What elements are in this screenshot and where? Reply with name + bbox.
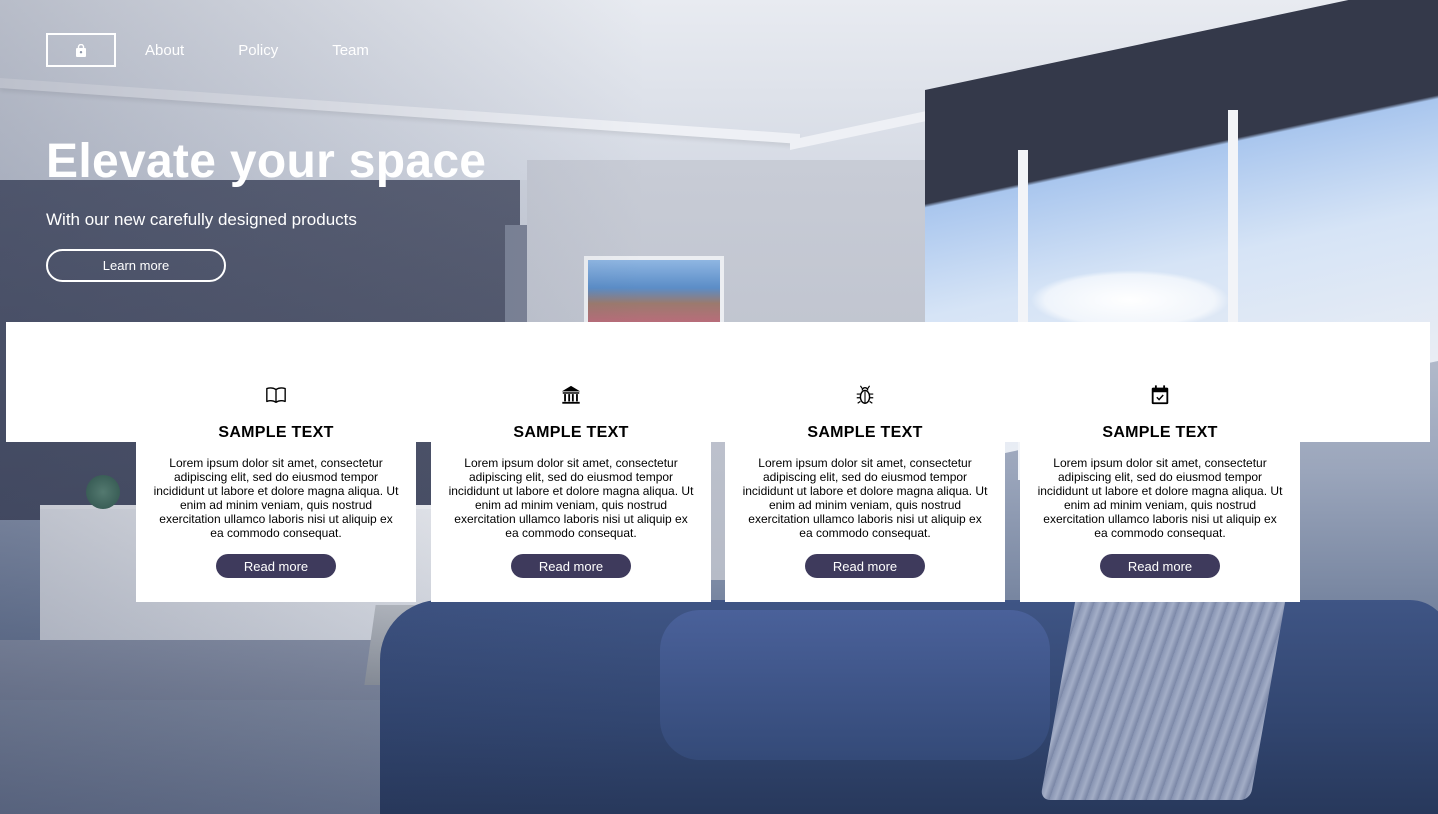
feature-card-2: SAMPLE TEXT Lorem ipsum dolor sit amet, …	[431, 384, 711, 578]
feature-card-4: SAMPLE TEXT Lorem ipsum dolor sit amet, …	[1020, 384, 1300, 578]
feature-card-3: SAMPLE TEXT Lorem ipsum dolor sit amet, …	[725, 384, 1005, 578]
read-more-button[interactable]: Read more	[1100, 554, 1220, 578]
feature-text: Lorem ipsum dolor sit amet, consectetur …	[448, 456, 694, 540]
hero-title: Elevate your space	[46, 135, 487, 188]
read-more-button[interactable]: Read more	[216, 554, 336, 578]
feature-text: Lorem ipsum dolor sit amet, consectetur …	[1037, 456, 1283, 540]
hero-subtitle: With our new carefully designed products	[46, 210, 357, 229]
read-more-button[interactable]: Read more	[805, 554, 925, 578]
bank-icon	[561, 385, 581, 404]
lock-icon	[76, 43, 86, 57]
bug-icon	[856, 385, 874, 404]
feature-title: SAMPLE TEXT	[1102, 424, 1218, 441]
feature-text: Lorem ipsum dolor sit amet, consectetur …	[742, 456, 988, 540]
calendar-check-icon	[1151, 385, 1169, 405]
feature-text: Lorem ipsum dolor sit amet, consectetur …	[153, 456, 399, 540]
nav-link-team[interactable]: Team	[332, 42, 369, 59]
logo-button[interactable]	[46, 33, 116, 67]
feature-card-1: SAMPLE TEXT Lorem ipsum dolor sit amet, …	[136, 384, 416, 578]
book-icon	[266, 387, 286, 404]
nav-link-policy[interactable]: Policy	[238, 42, 278, 59]
feature-title: SAMPLE TEXT	[807, 424, 923, 441]
read-more-button[interactable]: Read more	[511, 554, 631, 578]
nav-link-about[interactable]: About	[145, 42, 184, 59]
learn-more-button[interactable]: Learn more	[46, 249, 226, 282]
feature-title: SAMPLE TEXT	[218, 424, 334, 441]
feature-title: SAMPLE TEXT	[513, 424, 629, 441]
top-nav: About Policy Team	[46, 33, 369, 67]
